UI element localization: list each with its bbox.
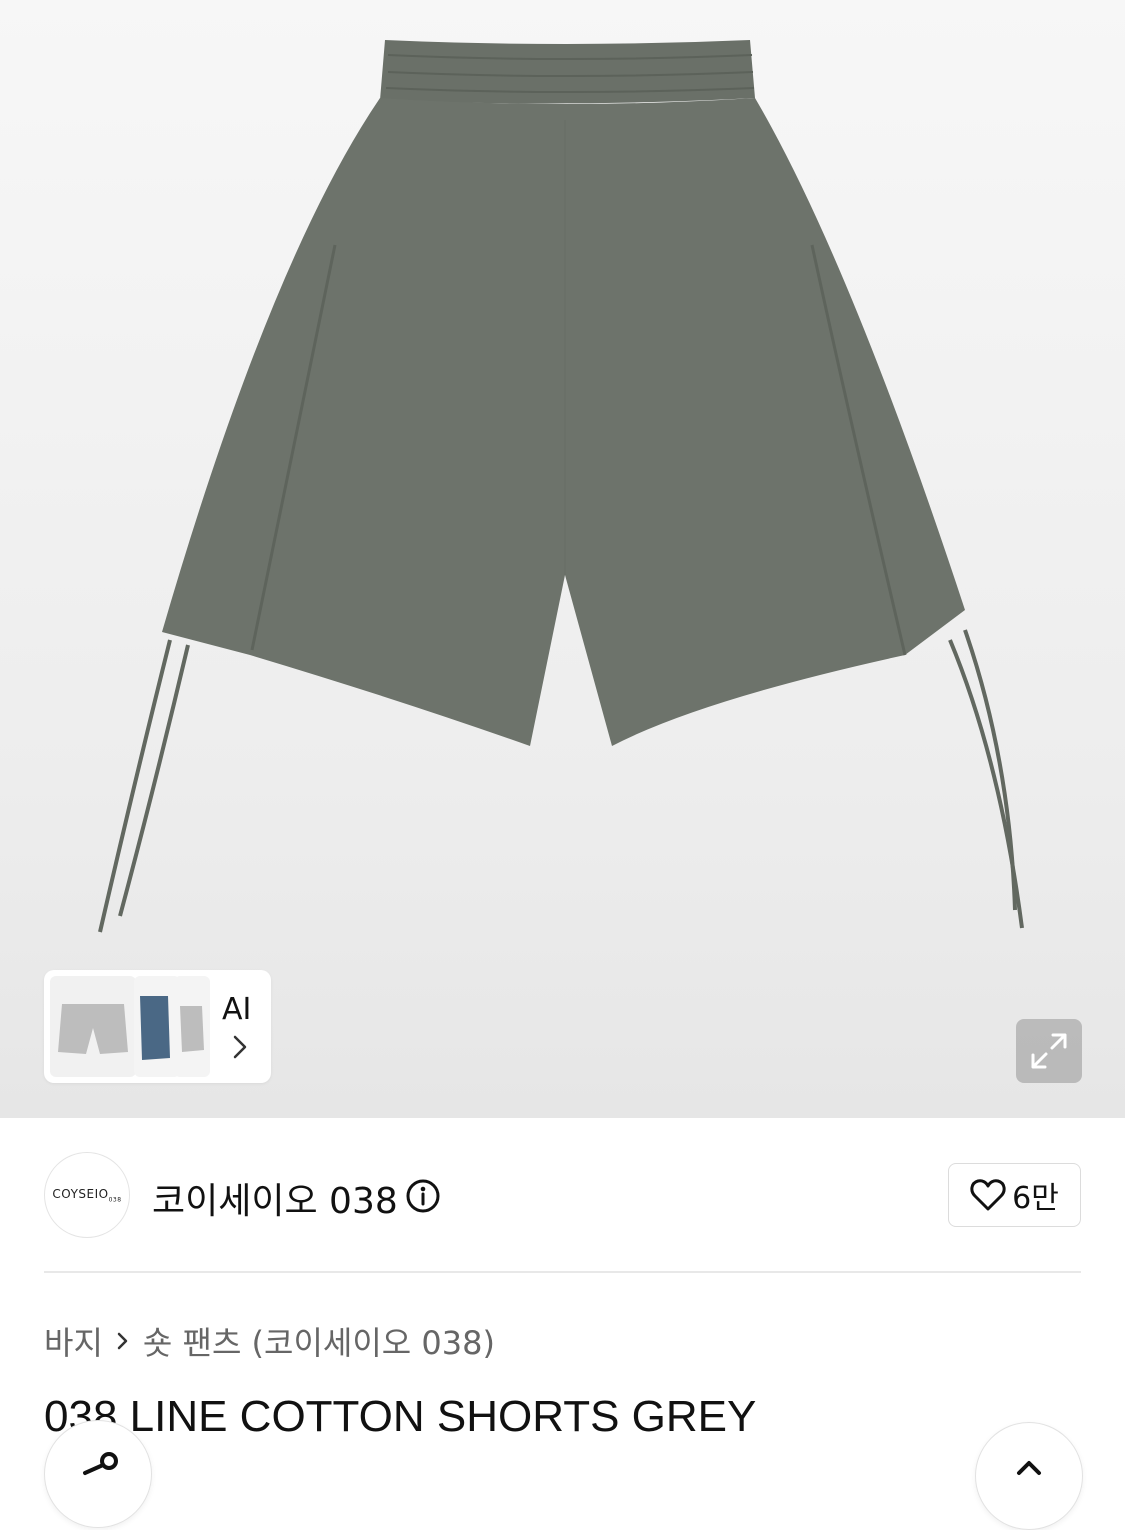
chevron-right-icon: [233, 1035, 247, 1059]
ai-styling-thumbnail-card[interactable]: AI: [44, 970, 271, 1083]
chevron-right-icon: [117, 1332, 128, 1350]
thumbnail-grey-shorts-2: [174, 976, 210, 1077]
product-image: [98, 40, 1024, 933]
product-image-gallery[interactable]: AI: [0, 0, 1125, 1118]
heart-icon: [970, 1179, 1006, 1211]
ai-tag: AI: [222, 992, 252, 1027]
thumbnail-stack: [50, 976, 250, 1077]
info-icon[interactable]: [405, 1178, 441, 1214]
breadcrumb-category[interactable]: 바지: [44, 1318, 103, 1364]
thumbnail-grey-shorts: [50, 976, 136, 1077]
chevron-up-icon: [1017, 1461, 1041, 1475]
expand-icon: [1031, 1033, 1067, 1069]
divider: [44, 1271, 1081, 1273]
breadcrumb: 바지 숏 팬츠 (코이세이오 038): [44, 1318, 495, 1364]
brand-name[interactable]: 코이세이오 038: [152, 1172, 398, 1224]
expand-image-button[interactable]: [1016, 1019, 1082, 1083]
brand-logo[interactable]: COYSEIO038: [44, 1152, 130, 1238]
share-icon: [83, 1452, 118, 1475]
brand-logo-text: COYSEIO038: [52, 1186, 122, 1204]
like-count: 6만: [1012, 1181, 1059, 1216]
brand-row: COYSEIO038 코이세이오 038 6만: [0, 1118, 1125, 1273]
breadcrumb-subcategory[interactable]: 숏 팬츠 (코이세이오 038): [143, 1318, 495, 1364]
scroll-to-top-button[interactable]: [975, 1422, 1083, 1530]
share-button[interactable]: [44, 1420, 152, 1528]
brand-like-button[interactable]: 6만: [948, 1163, 1081, 1227]
